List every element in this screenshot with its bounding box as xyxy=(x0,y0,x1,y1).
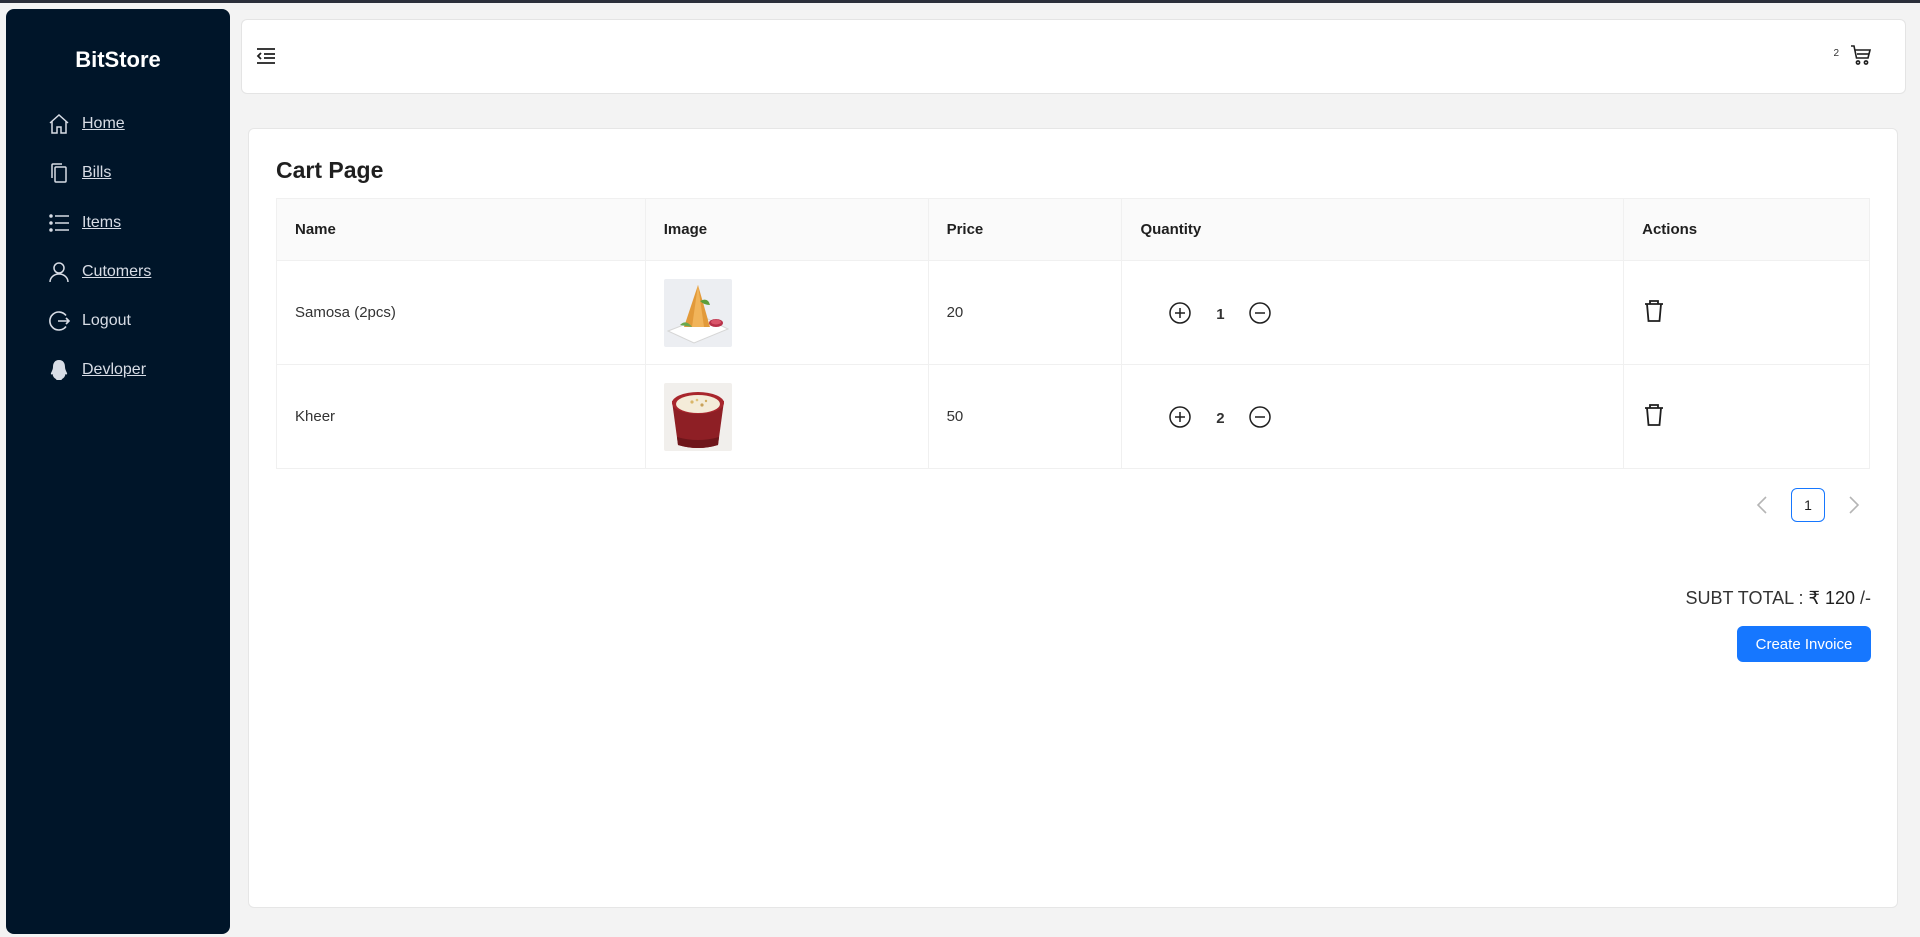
plus-circle-icon[interactable] xyxy=(1167,300,1193,326)
delete-icon[interactable] xyxy=(1643,298,1665,324)
plus-circle-icon[interactable] xyxy=(1167,404,1193,430)
cart-count-badge: 2 xyxy=(1833,48,1839,59)
sidebar-item-logout[interactable]: Logout xyxy=(46,307,131,335)
item-actions-cell xyxy=(1623,260,1870,365)
sidebar-item-label[interactable]: Devloper xyxy=(82,361,146,379)
cart-table: Name Image Price Quantity Actions Samosa… xyxy=(276,198,1870,469)
subtotal-suffix: /- xyxy=(1855,588,1871,608)
column-header-image: Image xyxy=(644,198,929,261)
cart-content-card: Cart Page Name Image Price Quantity Acti… xyxy=(248,128,1898,908)
item-image-cell xyxy=(644,364,929,469)
sidebar-item-customers[interactable]: Cutomers xyxy=(46,258,151,286)
sidebar-item-bills[interactable]: Bills xyxy=(46,159,111,187)
table-header-row: Name Image Price Quantity Actions xyxy=(276,198,1870,261)
copy-icon xyxy=(46,160,72,186)
quantity-value: 1 xyxy=(1216,306,1225,323)
samosa-image xyxy=(663,278,732,347)
column-header-actions: Actions xyxy=(1623,198,1870,261)
sidebar-item-label[interactable]: Cutomers xyxy=(82,263,151,281)
menu-fold-icon[interactable] xyxy=(254,44,278,68)
user-icon xyxy=(46,259,72,285)
brand-logo: BitStore xyxy=(75,47,161,72)
sidebar-item-label[interactable]: Bills xyxy=(82,164,111,182)
quantity-stepper: 1 xyxy=(1140,300,1605,326)
item-price: 20 xyxy=(927,260,1123,365)
shopping-cart-icon[interactable] xyxy=(1849,43,1873,67)
column-header-quantity: Quantity xyxy=(1121,198,1625,261)
sidebar: BitStore Home Bills Items Cutomers Logou… xyxy=(6,9,230,934)
item-actions-cell xyxy=(1623,364,1870,469)
quantity-stepper: 2 xyxy=(1140,404,1605,430)
home-icon xyxy=(46,111,72,137)
delete-icon[interactable] xyxy=(1643,402,1665,428)
subtotal-amount: ₹ 120 xyxy=(1808,588,1856,608)
next-page-icon[interactable] xyxy=(1837,488,1871,522)
sidebar-item-label[interactable]: Items xyxy=(82,214,121,232)
qq-icon xyxy=(46,357,72,383)
quantity-value: 2 xyxy=(1216,410,1225,427)
column-header-name: Name xyxy=(276,198,646,261)
page-title: Cart Page xyxy=(276,157,384,183)
kheer-image xyxy=(663,382,732,451)
unordered-list-icon xyxy=(46,210,72,236)
item-quantity-cell: 1 xyxy=(1121,260,1625,365)
top-header: 2 xyxy=(241,19,1906,94)
item-name: Samosa (2pcs) xyxy=(276,260,646,365)
pagination: 1 xyxy=(1745,488,1871,522)
sidebar-item-developer[interactable]: Devloper xyxy=(46,356,146,384)
item-quantity-cell: 2 xyxy=(1121,364,1625,469)
create-invoice-button[interactable]: Create Invoice xyxy=(1737,626,1871,662)
item-image-cell xyxy=(644,260,929,365)
window-top-border xyxy=(0,0,1920,3)
minus-circle-icon[interactable] xyxy=(1247,404,1273,430)
sidebar-item-items[interactable]: Items xyxy=(46,209,121,237)
sidebar-item-label[interactable]: Home xyxy=(82,115,125,133)
table-row: Samosa (2pcs) 20 1 xyxy=(276,260,1870,365)
item-price: 50 xyxy=(927,364,1123,469)
item-name: Kheer xyxy=(276,364,646,469)
subtotal-label: SUBT TOTAL : xyxy=(1685,588,1809,608)
prev-page-icon[interactable] xyxy=(1745,488,1779,522)
minus-circle-icon[interactable] xyxy=(1247,300,1273,326)
page-number-current[interactable]: 1 xyxy=(1791,488,1825,522)
sidebar-item-label[interactable]: Logout xyxy=(82,312,131,330)
table-row: Kheer 50 2 xyxy=(276,364,1870,469)
subtotal: SUBT TOTAL : ₹ 120 /- xyxy=(1685,588,1871,609)
logout-icon xyxy=(46,308,72,334)
sidebar-item-home[interactable]: Home xyxy=(46,110,125,138)
column-header-price: Price xyxy=(927,198,1123,261)
